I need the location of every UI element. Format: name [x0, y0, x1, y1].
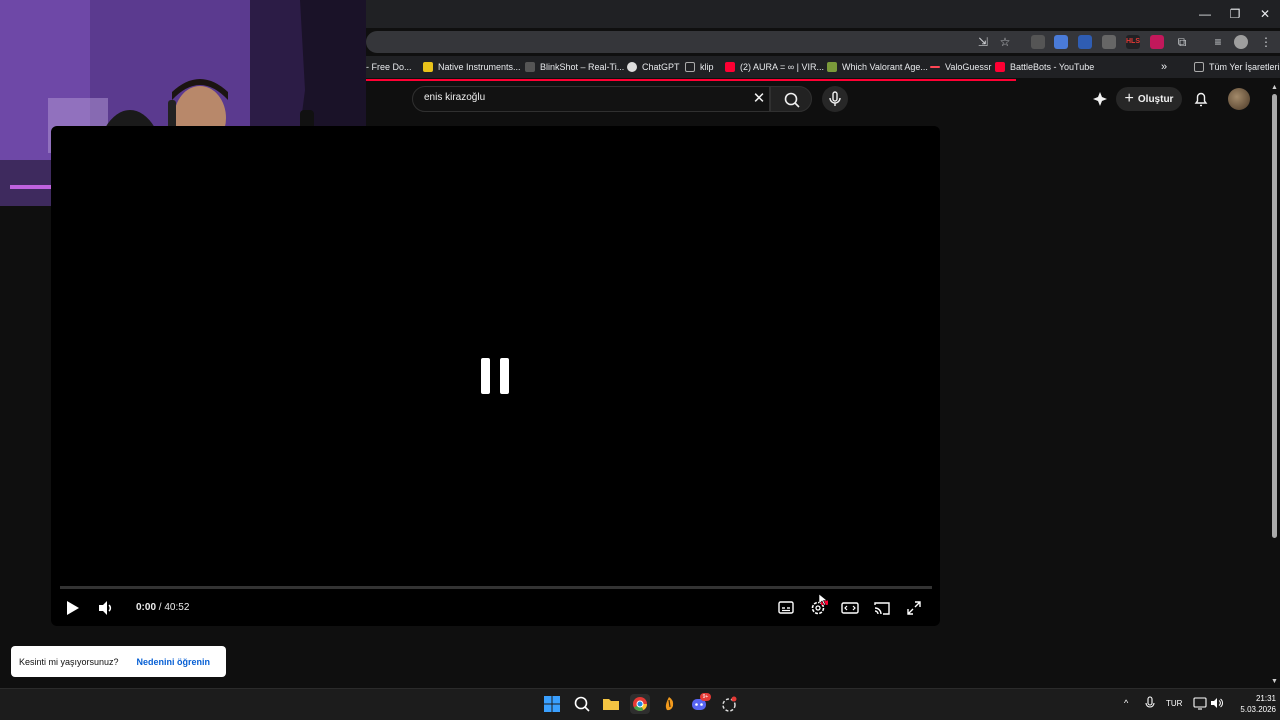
profile-avatar[interactable] [1234, 35, 1248, 49]
taskbar-search-button[interactable] [572, 694, 592, 714]
more-bookmarks-icon[interactable]: » [1161, 58, 1167, 76]
play-button[interactable] [62, 598, 84, 618]
mic-icon [829, 91, 841, 106]
system-clock[interactable]: 21:31 5.03.2026 [1230, 693, 1276, 715]
connection-issue-toast: Kesinti mi yaşıyorsunuz? Nedenini öğreni… [11, 646, 226, 677]
time-display: 0:00 / 40:52 [136, 602, 190, 613]
cast-button[interactable] [871, 598, 893, 618]
theater-mode-icon [841, 602, 859, 614]
current-time: 0:00 [136, 602, 157, 613]
scroll-down-icon[interactable]: ▼ [1270, 678, 1279, 686]
play-icon [67, 601, 79, 615]
subtitles-icon [778, 601, 794, 614]
subtitles-button[interactable] [775, 598, 797, 618]
clock-date: 5.03.2026 [1240, 705, 1276, 714]
notifications-bell-icon[interactable] [1192, 90, 1210, 108]
fl-studio-button[interactable] [659, 694, 679, 714]
fl-studio-icon [665, 697, 674, 711]
folder-icon [603, 699, 619, 710]
fullscreen-icon [907, 601, 921, 615]
chrome-taskbar-button[interactable] [630, 694, 650, 714]
mouse-cursor-icon [818, 593, 828, 606]
windows-logo-icon [544, 696, 560, 712]
toast-message: Kesinti mi yaşıyorsunuz? [19, 656, 119, 667]
speaker-icon[interactable] [1210, 696, 1224, 710]
volume-button[interactable] [95, 598, 117, 618]
page-scrollbar[interactable] [1272, 94, 1277, 538]
close-window-icon[interactable]: ✕ [1250, 4, 1280, 24]
bookmark-item[interactable]: BattleBots - YouTube [995, 58, 1094, 76]
search-query: enis kirazoğlu [424, 92, 486, 103]
channel-avatar[interactable] [1228, 88, 1250, 110]
clock-time: 21:31 [1255, 694, 1276, 703]
bookmark-item[interactable]: klip [685, 58, 714, 76]
address-bar[interactable] [366, 31, 1280, 53]
extension-icon[interactable] [1150, 35, 1164, 49]
all-bookmarks-folder[interactable]: Tüm Yer İşaretleri [1194, 58, 1280, 76]
extension-icon[interactable] [1031, 35, 1045, 49]
create-button[interactable]: + Oluştur [1116, 87, 1182, 111]
bookmark-item[interactable]: ChatGPT [627, 58, 680, 76]
search-icon [574, 696, 590, 712]
bookmark-item[interactable]: Which Valorant Age... [827, 58, 928, 76]
install-app-icon[interactable]: ⇲ [975, 35, 991, 49]
microphone-tray-icon[interactable] [1144, 696, 1156, 710]
pause-indicator-icon [480, 358, 510, 394]
restore-icon[interactable]: ❐ [1220, 4, 1250, 24]
start-button[interactable] [542, 694, 562, 714]
search-button[interactable] [770, 86, 812, 112]
clear-search-icon[interactable]: ✕ [750, 89, 768, 109]
volume-icon [99, 601, 112, 615]
voice-search-button[interactable] [822, 86, 848, 112]
discord-notification-badge: 9+ [700, 693, 711, 701]
total-time: 40:52 [164, 602, 190, 613]
bookmark-item[interactable]: ValoGuessr [930, 58, 991, 76]
cast-icon [874, 602, 890, 615]
app-taskbar-button[interactable] [719, 694, 739, 714]
bookmark-star-icon[interactable]: ☆ [997, 35, 1013, 49]
learn-why-link[interactable]: Nedenini öğrenin [137, 657, 211, 667]
gemini-sparkle-icon[interactable] [1092, 91, 1108, 107]
puzzle-extensions-icon[interactable]: ⧉ [1174, 35, 1190, 49]
search-icon [784, 92, 800, 108]
plus-icon: + [1124, 90, 1134, 107]
minimize-icon[interactable]: — [1190, 4, 1220, 24]
steam-like-icon [722, 696, 737, 712]
progress-bar[interactable] [60, 586, 932, 589]
show-hidden-icons-chevron-icon[interactable]: ^ [1124, 698, 1128, 708]
more-menu-icon[interactable]: ⋮ [1258, 35, 1274, 49]
bookmark-item[interactable]: Native Instruments... [423, 58, 521, 76]
tab-search-icon[interactable]: ≡ [1210, 35, 1226, 49]
download-extension-icon[interactable] [1102, 35, 1116, 49]
bookmark-item[interactable]: - Free Do... [366, 58, 412, 76]
fullscreen-button[interactable] [903, 598, 925, 618]
chrome-icon [633, 697, 647, 711]
scroll-up-icon[interactable]: ▲ [1270, 84, 1279, 92]
bookmark-item[interactable]: BlinkShot – Real-Ti... [525, 58, 624, 76]
hls-extension-icon[interactable]: HLS [1126, 35, 1140, 49]
bookmark-item[interactable]: (2) AURA = ∞ | VIR... [725, 58, 824, 76]
calendar-extension-icon[interactable] [1078, 35, 1092, 49]
page-load-progress [366, 79, 1016, 81]
translate-extension-icon[interactable] [1054, 35, 1068, 49]
file-explorer-button[interactable] [601, 694, 621, 714]
theater-mode-button[interactable] [839, 598, 861, 618]
input-language[interactable]: TUR [1166, 699, 1182, 708]
network-icon[interactable] [1193, 696, 1207, 710]
